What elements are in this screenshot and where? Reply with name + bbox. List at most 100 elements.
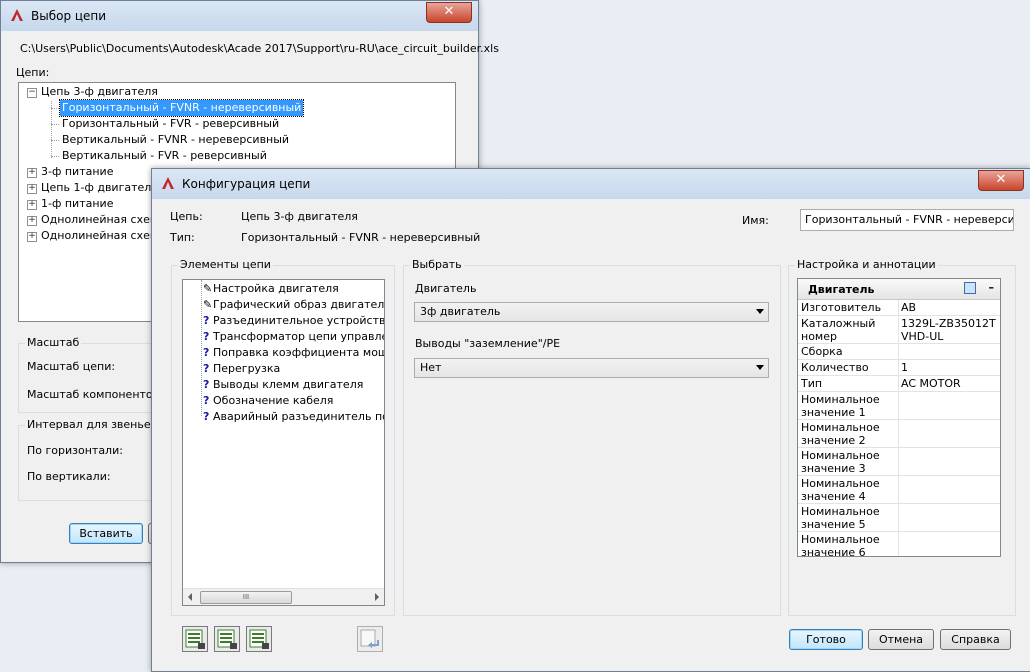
properties-header: Двигатель – — [798, 279, 1000, 300]
property-row[interactable]: Количество 1 — [798, 360, 1000, 376]
dialog-title: Выбор цепи — [31, 9, 107, 23]
property-key: Номинальное значение 3 — [801, 449, 880, 475]
properties-icon[interactable] — [964, 282, 976, 294]
circuit-value: Цепь 3-ф двигателя — [241, 210, 358, 223]
horizontal-spacing-label: По горизонтали: — [27, 444, 123, 457]
question-icon: ? — [203, 394, 210, 407]
close-button[interactable]: ✕ — [426, 2, 472, 23]
property-value[interactable]: 1 — [901, 361, 908, 374]
properties-title: Двигатель — [808, 283, 875, 296]
element-label: Трансформатор цепи управления — [213, 330, 384, 343]
insert-button[interactable]: Вставить — [69, 523, 143, 544]
group-title: Масштаб — [25, 336, 82, 349]
elements-tree[interactable]: ✎Настройка двигателя ✎Графический образ … — [182, 279, 385, 606]
ground-select[interactable]: Нет — [414, 358, 769, 378]
scroll-left-icon[interactable] — [188, 593, 192, 601]
tree-item[interactable]: Вертикальный - FVNR - нереверсивный — [62, 132, 289, 148]
thumb-grip: III — [242, 593, 250, 601]
property-row[interactable]: Номинальное значение 3 — [798, 448, 1000, 476]
property-row[interactable]: Изготовитель AB — [798, 300, 1000, 316]
tree-item[interactable]: Однолинейная схема — [41, 228, 165, 244]
expand-icon[interactable]: + — [27, 216, 37, 226]
property-row[interactable]: Сборка — [798, 344, 1000, 360]
circuit-configuration-dialog: Конфигурация цепи ✕ Цепь: Цепь 3-ф двига… — [151, 168, 1030, 672]
tree-item-selected[interactable]: Горизонтальный - FVNR - нереверсивный — [58, 99, 305, 117]
spreadsheet-export-icon[interactable] — [182, 626, 208, 652]
tree-item[interactable]: Однолинейная схема — [41, 212, 165, 228]
properties-body: Изготовитель AB Каталожный номер 1329L-ZB3… — [798, 300, 1000, 556]
element-item[interactable]: ?Аварийный разъединитель по месту — [203, 409, 384, 425]
group-title: Выбрать — [410, 258, 464, 271]
element-item[interactable]: ?Поправка коэффициента мощности — [203, 345, 384, 361]
collapse-icon[interactable]: − — [27, 88, 37, 98]
tree-item[interactable]: Вертикальный - FVR - реверсивный — [62, 148, 267, 164]
element-item[interactable]: ?Трансформатор цепи управления — [203, 329, 384, 345]
spreadsheet-edit-icon[interactable] — [246, 626, 272, 652]
collapse-button[interactable]: – — [989, 281, 995, 294]
element-label: Поправка коэффициента мощности — [213, 346, 384, 359]
property-value[interactable]: 1329L-ZB35012TVHD-UL — [901, 317, 998, 343]
ground-select-value: Нет — [420, 361, 442, 374]
motor-label: Двигатель — [415, 282, 477, 295]
scroll-right-icon[interactable] — [375, 593, 379, 601]
expand-icon[interactable]: + — [27, 232, 37, 242]
property-value[interactable]: AB — [901, 301, 916, 314]
property-row[interactable]: Номинальное значение 2 — [798, 420, 1000, 448]
property-key: Номинальное значение 6 — [801, 533, 880, 557]
tree-guide — [51, 108, 59, 109]
spreadsheet-save-icon[interactable] — [214, 626, 240, 652]
element-label: Графический образ двигателя — [213, 298, 385, 311]
expand-icon[interactable]: + — [27, 200, 37, 210]
scrollbar-thumb[interactable]: III — [200, 591, 292, 604]
group-title: Элементы цепи — [178, 258, 273, 271]
group-title: Интервал для звеньев — [25, 418, 160, 431]
property-row[interactable]: Тип AC MOTOR — [798, 376, 1000, 392]
circuit-scale-label: Масштаб цепи: — [27, 360, 116, 373]
property-key: Номинальное значение 5 — [801, 505, 880, 531]
element-item[interactable]: ? Разъединительное устройство — [203, 313, 384, 329]
element-item[interactable]: ✎Графический образ двигателя — [203, 297, 385, 313]
properties-grid[interactable]: Двигатель – Изготовитель AB Каталожный но… — [797, 278, 1001, 557]
property-row[interactable]: Номинальное значение 5 — [798, 504, 1000, 532]
horizontal-scrollbar[interactable]: III — [183, 588, 384, 605]
tree-item[interactable]: 3-ф питание — [41, 164, 113, 180]
name-input[interactable]: Горизонтальный - FVNR - нереверсивный — [800, 209, 1014, 231]
motor-select[interactable]: 3ф двигатель — [414, 302, 769, 322]
tree-guide — [51, 101, 52, 158]
cancel-button[interactable]: Отмена — [868, 629, 934, 650]
tree-guide — [201, 280, 202, 416]
property-row[interactable]: Каталожный номер 1329L-ZB35012TVHD-UL — [798, 316, 1000, 344]
element-label: Выводы клемм двигателя — [213, 378, 364, 391]
tree-item[interactable]: 1-ф питание — [41, 196, 113, 212]
property-row[interactable]: Номинальное значение 4 — [798, 476, 1000, 504]
expand-icon[interactable]: + — [27, 184, 37, 194]
element-item[interactable]: ? Обозначение кабеля — [203, 393, 333, 409]
expand-icon[interactable]: + — [27, 168, 37, 178]
question-icon: ? — [203, 378, 210, 391]
property-key: Количество — [801, 361, 869, 374]
property-row[interactable]: Номинальное значение 1 — [798, 392, 1000, 420]
property-row[interactable]: Номинальное значение 6 — [798, 532, 1000, 557]
group-title: Настройка и аннотации — [795, 258, 938, 271]
tree-item[interactable]: Горизонтальный - FVR - реверсивный — [62, 116, 279, 132]
element-item[interactable]: ? Перегрузка — [203, 361, 280, 377]
pencil-icon: ✎ — [203, 282, 213, 295]
title-bar[interactable]: Выбор цепи ✕ — [1, 1, 478, 31]
ok-button[interactable]: Готово — [789, 629, 863, 650]
circuit-label: Цепь: — [170, 210, 203, 223]
title-bar[interactable]: Конфигурация цепи ✕ — [152, 169, 1030, 199]
element-item[interactable]: ✎Настройка двигателя — [203, 281, 339, 297]
circuits-label: Цепи: — [16, 66, 50, 79]
chevron-down-icon — [756, 309, 764, 314]
tree-item[interactable]: Цепь 1-ф двигателя — [41, 180, 158, 196]
close-button[interactable]: ✕ — [978, 170, 1024, 191]
pencil-icon: ✎ — [203, 298, 213, 311]
chevron-down-icon — [756, 365, 764, 370]
property-value[interactable]: AC MOTOR — [901, 377, 961, 390]
element-item[interactable]: ? Выводы клемм двигателя — [203, 377, 363, 393]
help-button[interactable]: Справка — [940, 629, 1011, 650]
tree-root-3ph-motor[interactable]: Цепь 3-ф двигателя — [41, 84, 158, 100]
undo-icon[interactable] — [357, 626, 383, 652]
question-icon: ? — [203, 330, 210, 343]
dialog-title: Конфигурация цепи — [182, 177, 311, 191]
